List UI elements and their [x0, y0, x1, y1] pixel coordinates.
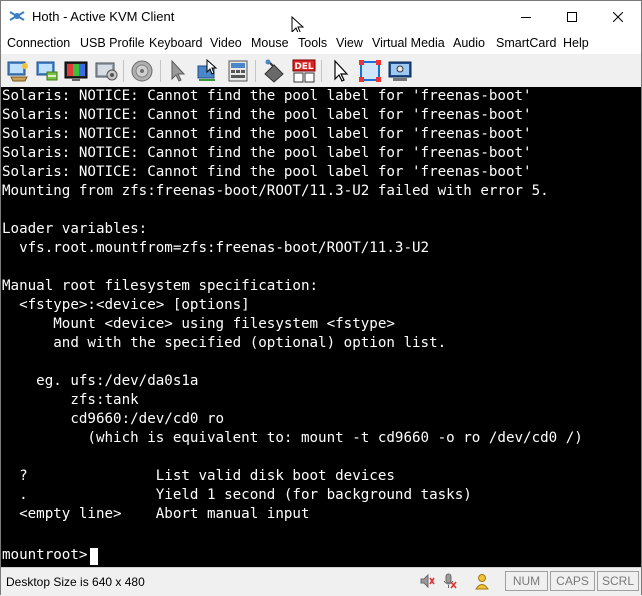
microphone-muted-icon[interactable] — [440, 572, 458, 590]
console-line: Solaris: NOTICE: Cannot find the pool la… — [2, 164, 532, 180]
minimize-button[interactable] — [503, 1, 549, 32]
scroll-lock-indicator: SCRL — [597, 571, 639, 591]
console-line: cd9660:/dev/cd0 ro — [2, 411, 225, 427]
toolbar: DEL — [1, 54, 641, 87]
screenshot-icon[interactable] — [387, 58, 413, 84]
console-prompt: mountroot> — [2, 547, 96, 563]
console-line: <fstype>:<device> [options] — [2, 297, 250, 313]
maximize-icon — [567, 11, 577, 22]
menu-mouse[interactable]: Mouse — [251, 36, 289, 50]
menu-usb-profile[interactable]: USB Profile — [80, 36, 145, 50]
del-label: DEL — [294, 62, 314, 72]
caps-lock-indicator: CAPS — [550, 571, 595, 591]
desktop-size-status: Desktop Size is 640 x 480 — [6, 575, 145, 589]
connection-properties-icon[interactable] — [5, 58, 31, 84]
window-title: Hoth - Active KVM Client — [32, 9, 175, 24]
num-lock-indicator: NUM — [505, 571, 548, 591]
speaker-muted-icon[interactable] — [418, 572, 436, 590]
minimize-icon — [521, 16, 531, 18]
auto-adjust-icon[interactable] — [93, 58, 119, 84]
keyboard-macros-icon[interactable] — [225, 58, 251, 84]
console-line: and with the specified (optional) option… — [2, 335, 447, 351]
kvm-client-window: Hoth - Active KVM Client Connection USB … — [0, 0, 642, 596]
toolbar-separator — [321, 60, 322, 82]
ctrl-alt-del-icon[interactable]: DEL — [291, 58, 317, 84]
usb-profile-icon[interactable] — [34, 58, 60, 84]
toolbar-separator — [123, 60, 124, 82]
console-line: eg. ufs:/dev/da0s1a — [2, 373, 199, 389]
user-icon — [475, 574, 489, 590]
console-line: Solaris: NOTICE: Cannot find the pool la… — [2, 88, 532, 104]
console-line: vfs.root.mountfrom=zfs:freenas-boot/ROOT… — [2, 240, 430, 256]
audio-icon[interactable] — [129, 58, 155, 84]
menu-view[interactable]: View — [336, 36, 363, 50]
close-button[interactable] — [595, 1, 641, 32]
menu-tools[interactable]: Tools — [298, 36, 327, 50]
full-screen-icon[interactable] — [357, 58, 383, 84]
console-line: zfs:tank — [2, 392, 139, 408]
align-mouse-icon[interactable] — [195, 58, 221, 84]
menu-help[interactable]: Help — [563, 36, 589, 50]
menu-smartcard[interactable]: SmartCard — [496, 36, 556, 50]
console-line: Solaris: NOTICE: Cannot find the pool la… — [2, 126, 532, 142]
refresh-icon[interactable] — [261, 58, 287, 84]
menu-audio[interactable]: Audio — [453, 36, 485, 50]
console-line: Mount <device> using filesystem <fstype> — [2, 316, 395, 332]
console-line: Loader variables: — [2, 221, 148, 237]
app-icon — [9, 11, 25, 21]
console-line: Mounting from zfs:freenas-boot/ROOT/11.3… — [2, 183, 549, 199]
menu-video[interactable]: Video — [210, 36, 242, 50]
menu-bar: Connection USB Profile Keyboard Video Mo… — [1, 32, 641, 54]
title-bar[interactable]: Hoth - Active KVM Client — [1, 1, 641, 36]
single-cursor-icon[interactable] — [166, 58, 192, 84]
console-line: <empty line> Abort manual input — [2, 506, 310, 522]
menu-connection[interactable]: Connection — [7, 36, 70, 50]
video-settings-icon[interactable] — [63, 58, 89, 84]
toolbar-separator — [255, 60, 256, 82]
console-line: ? List valid disk boot devices — [2, 468, 395, 484]
close-icon — [613, 11, 623, 22]
status-bar: Desktop Size is 640 x 480 NUM CAPS SCRL — [1, 567, 641, 596]
toolbar-separator — [160, 60, 161, 82]
menu-virtual-media[interactable]: Virtual Media — [372, 36, 445, 50]
console-line: Solaris: NOTICE: Cannot find the pool la… — [2, 107, 532, 123]
console-line: . Yield 1 second (for background tasks) — [2, 487, 472, 503]
remote-console-screen[interactable]: Solaris: NOTICE: Cannot find the pool la… — [1, 87, 641, 567]
maximize-button[interactable] — [549, 1, 595, 32]
menu-keyboard[interactable]: Keyboard — [149, 36, 203, 50]
console-line: (which is equivalent to: mount -t cd9660… — [2, 430, 583, 446]
console-line: Solaris: NOTICE: Cannot find the pool la… — [2, 145, 532, 161]
mouse-pointer-icon[interactable] — [328, 58, 354, 84]
text-cursor — [90, 548, 98, 565]
console-line: Manual root filesystem specification: — [2, 278, 319, 294]
